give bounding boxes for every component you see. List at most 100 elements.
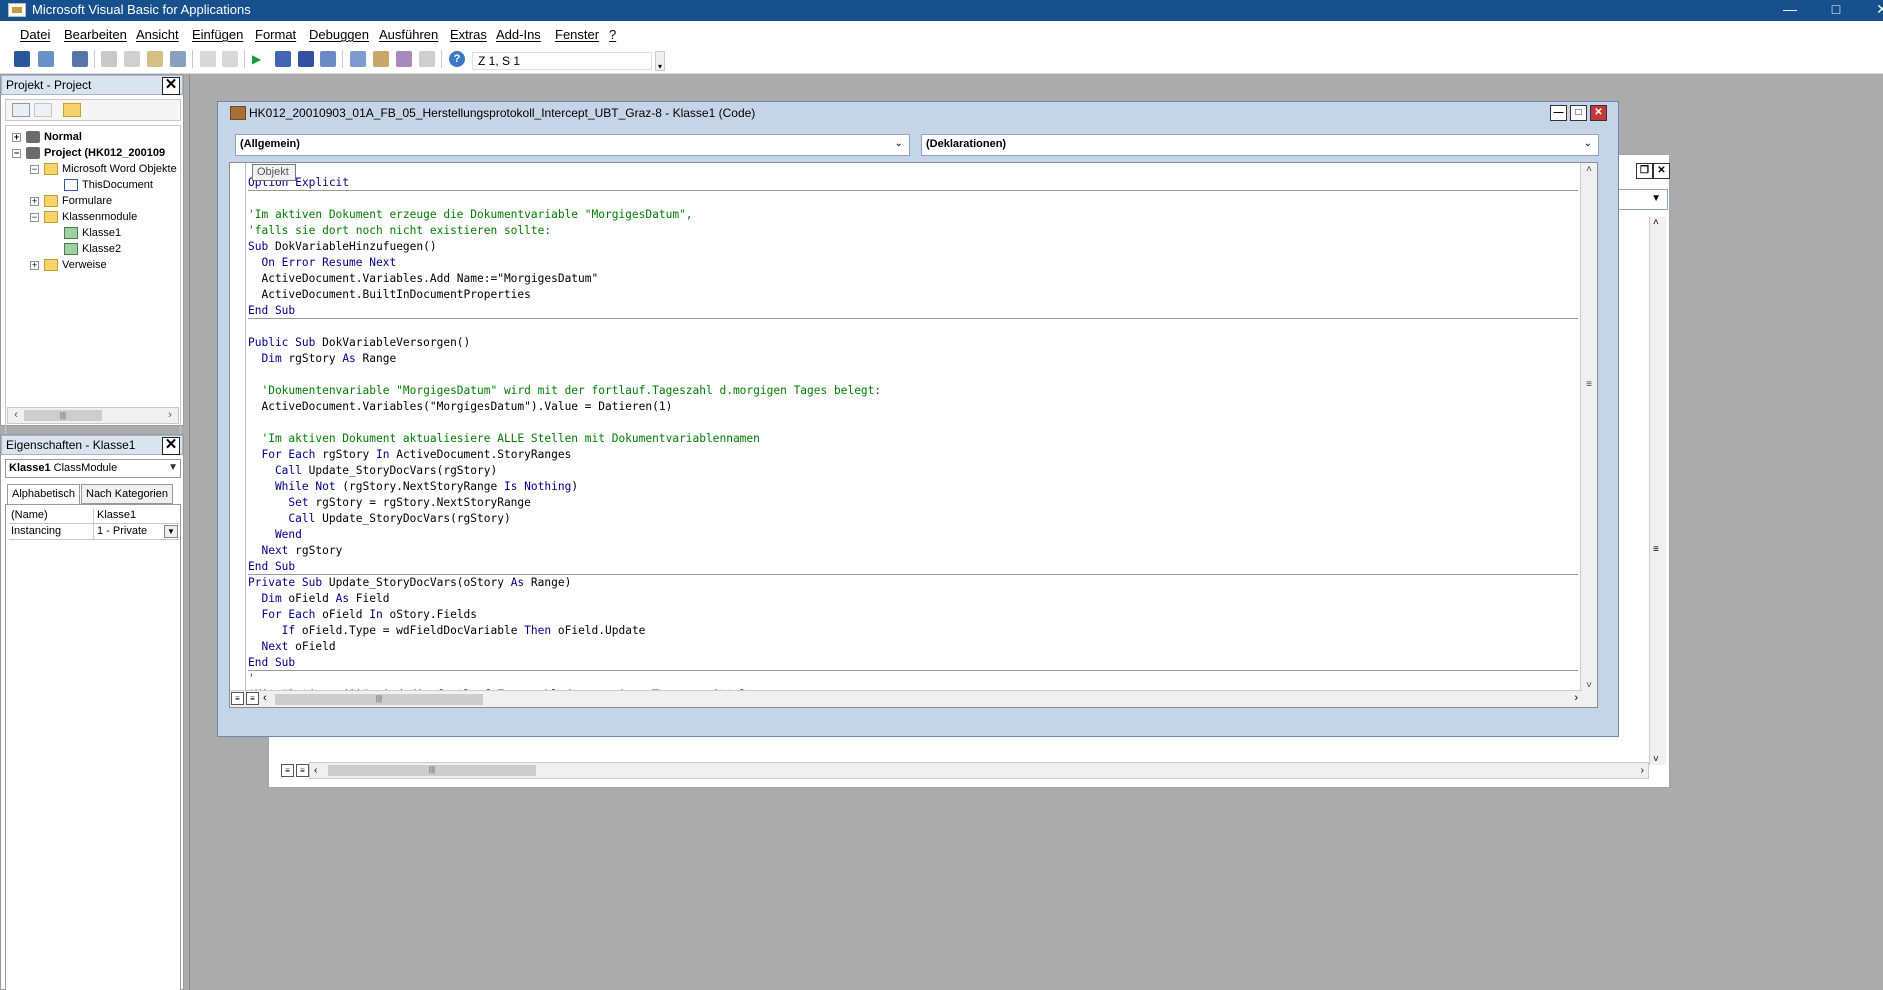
code-vscroll[interactable]: ˄ ≡ ˅ — [1580, 163, 1597, 707]
full-module-view-icon[interactable]: ≡ — [296, 764, 309, 777]
background-vscroll[interactable]: ˄ ≡ ˅ — [1649, 217, 1666, 765]
insert-userform-icon[interactable] — [38, 51, 54, 67]
code-line[interactable]: End Sub — [248, 303, 1578, 319]
restore-button[interactable]: ❐ — [1636, 163, 1653, 179]
project-explorer-icon[interactable] — [350, 51, 366, 67]
code-line[interactable] — [248, 319, 1578, 335]
scroll-right-icon[interactable]: › — [1641, 765, 1644, 776]
code-line[interactable]: ActiveDocument.Variables.Add Name:="Morg… — [248, 271, 1578, 287]
close-icon[interactable]: ✕ — [162, 437, 180, 455]
menu-help[interactable]: ? — [609, 27, 616, 42]
menu-bearbeiten[interactable]: Bearbeiten — [64, 27, 127, 42]
tree-node-normal[interactable]: + Normal — [12, 129, 82, 145]
property-row[interactable]: (Name) Klasse1 — [9, 508, 179, 524]
code-hscroll[interactable]: ≡ ≡ ‹ ||| › — [230, 690, 1582, 707]
scroll-left-icon[interactable]: ‹ — [9, 409, 23, 422]
code-line[interactable]: Call Update_StoryDocVars(rgStory) — [248, 463, 1578, 479]
paste-icon[interactable] — [147, 51, 163, 67]
cut-icon[interactable] — [101, 51, 117, 67]
copy-icon[interactable] — [124, 51, 140, 67]
menu-add-ins[interactable]: Add-Ins — [496, 27, 541, 42]
menu-fenster[interactable]: Fenster — [555, 27, 599, 42]
code-line[interactable]: End Sub — [248, 655, 1578, 671]
word-icon[interactable] — [14, 51, 30, 67]
code-line[interactable]: On Error Resume Next — [248, 255, 1578, 271]
property-row[interactable]: Instancing 1 - Private ▼ — [9, 524, 179, 540]
close-icon[interactable]: ✕ — [1590, 105, 1607, 121]
full-module-view-icon[interactable]: ≡ — [246, 692, 259, 705]
minimize-button[interactable]: — — [1767, 0, 1813, 21]
save-icon[interactable] — [72, 51, 88, 67]
code-line[interactable]: Dim rgStory As Range — [248, 351, 1578, 367]
code-line[interactable]: Wend — [248, 527, 1578, 543]
minimize-button[interactable]: — — [1550, 105, 1567, 121]
code-line[interactable]: Sub DokVariableHinzufuegen() — [248, 239, 1578, 255]
code-line[interactable]: 'Im aktiven Dokument erzeuge die Dokumen… — [248, 207, 1578, 223]
undo-icon[interactable] — [200, 51, 216, 67]
scroll-right-icon[interactable]: › — [1574, 692, 1578, 704]
code-line[interactable] — [248, 415, 1578, 431]
object-combo[interactable]: (Allgemein) ⌄ — [235, 134, 910, 156]
help-icon[interactable]: ? — [449, 51, 465, 67]
close-button[interactable]: ✕ — [1859, 0, 1883, 21]
code-line[interactable]: 'Im aktiven Dokument aktualiesiere ALLE … — [248, 431, 1578, 447]
code-line[interactable]: ActiveDocument.Variables("MorgigesDatum"… — [248, 399, 1578, 415]
tree-node-formulare[interactable]: + Formulare — [30, 193, 112, 209]
code-window[interactable]: HK012_20010903_01A_FB_05_Herstellungspro… — [217, 101, 1619, 737]
reset-icon[interactable] — [298, 51, 314, 67]
maximize-button[interactable]: □ — [1570, 105, 1587, 121]
code-line[interactable] — [248, 367, 1578, 383]
code-line[interactable]: Dim oField As Field — [248, 591, 1578, 607]
properties-icon[interactable] — [373, 51, 389, 67]
toggle-folders-icon[interactable] — [63, 103, 81, 117]
code-line[interactable]: For Each rgStory In ActiveDocument.Story… — [248, 447, 1578, 463]
code-line[interactable]: For Each oField In oStory.Fields — [248, 607, 1578, 623]
code-line[interactable]: 'falls sie dort noch nicht existieren so… — [248, 223, 1578, 239]
code-line[interactable]: Next rgStory — [248, 543, 1578, 559]
code-line[interactable]: ActiveDocument.BuiltInDocumentProperties — [248, 287, 1578, 303]
redo-icon[interactable] — [222, 51, 238, 67]
object-select[interactable]: Klasse1 ClassModule ▼ — [5, 459, 181, 478]
code-line[interactable]: End Sub — [248, 559, 1578, 575]
design-mode-icon[interactable] — [320, 51, 336, 67]
close-icon[interactable]: ✕ — [162, 77, 180, 95]
code-line[interactable]: ' — [248, 671, 1578, 687]
scroll-down-icon[interactable]: ˅ — [1583, 680, 1595, 691]
chevron-down-icon[interactable]: ▼ — [164, 525, 178, 538]
code-line[interactable]: Next oField — [248, 639, 1578, 655]
tree-node-project[interactable]: − Project (HK012_200109 — [12, 145, 165, 161]
code-margin[interactable] — [230, 163, 246, 693]
procedure-view-icon[interactable]: ≡ — [281, 764, 294, 777]
tree-node-thisdocument[interactable]: ThisDocument — [64, 177, 153, 193]
menu-einfuegen[interactable]: Einfügen — [192, 27, 243, 42]
menu-ansicht[interactable]: Ansicht — [136, 27, 179, 42]
code-line[interactable]: 'Dokumentenvariable "MorgigesDatum" wird… — [248, 383, 1578, 399]
tree-node-verweise[interactable]: + Verweise — [30, 257, 107, 273]
menu-debuggen[interactable]: Debuggen — [309, 27, 369, 42]
tree-node-klassenmodule[interactable]: − Klassenmodule — [30, 209, 137, 225]
code-window-titlebar[interactable]: HK012_20010903_01A_FB_05_Herstellungspro… — [218, 102, 1618, 124]
run-icon[interactable]: ▶ — [252, 51, 268, 67]
code-editor[interactable]: Option Explicit 'Im aktiven Dokument erze… — [229, 162, 1598, 708]
project-hscroll[interactable]: ‹ ||| › — [7, 407, 179, 424]
code-lines[interactable]: Option Explicit 'Im aktiven Dokument erze… — [248, 175, 1578, 703]
menu-datei[interactable]: Datei — [20, 27, 50, 42]
code-line[interactable]: If oField.Type = wdFieldDocVariable Then… — [248, 623, 1578, 639]
toolbar-grip[interactable]: ▾ — [655, 51, 665, 71]
find-icon[interactable] — [170, 51, 186, 67]
scroll-right-icon[interactable]: › — [163, 409, 177, 422]
tree-node-klasse1[interactable]: Klasse1 — [64, 225, 121, 241]
scroll-left-icon[interactable]: ‹ — [314, 765, 317, 776]
tab-nach-kategorien[interactable]: Nach Kategorien — [81, 484, 173, 504]
menu-format[interactable]: Format — [255, 27, 296, 42]
menu-ausfuehren[interactable]: Ausführen — [379, 27, 438, 42]
code-line[interactable]: Private Sub Update_StoryDocVars(oStory A… — [248, 575, 1578, 591]
code-line[interactable]: Call Update_StoryDocVars(rgStory) — [248, 511, 1578, 527]
toolbox-icon[interactable] — [419, 51, 435, 67]
tree-node-klasse2[interactable]: Klasse2 — [64, 241, 121, 257]
scroll-thumb[interactable]: ||| — [275, 694, 483, 705]
code-line[interactable] — [248, 191, 1578, 207]
tree-node-word-objects[interactable]: − Microsoft Word Objekte — [30, 161, 177, 177]
close-icon[interactable]: ✕ — [1653, 163, 1670, 179]
view-object-icon[interactable] — [34, 103, 52, 117]
